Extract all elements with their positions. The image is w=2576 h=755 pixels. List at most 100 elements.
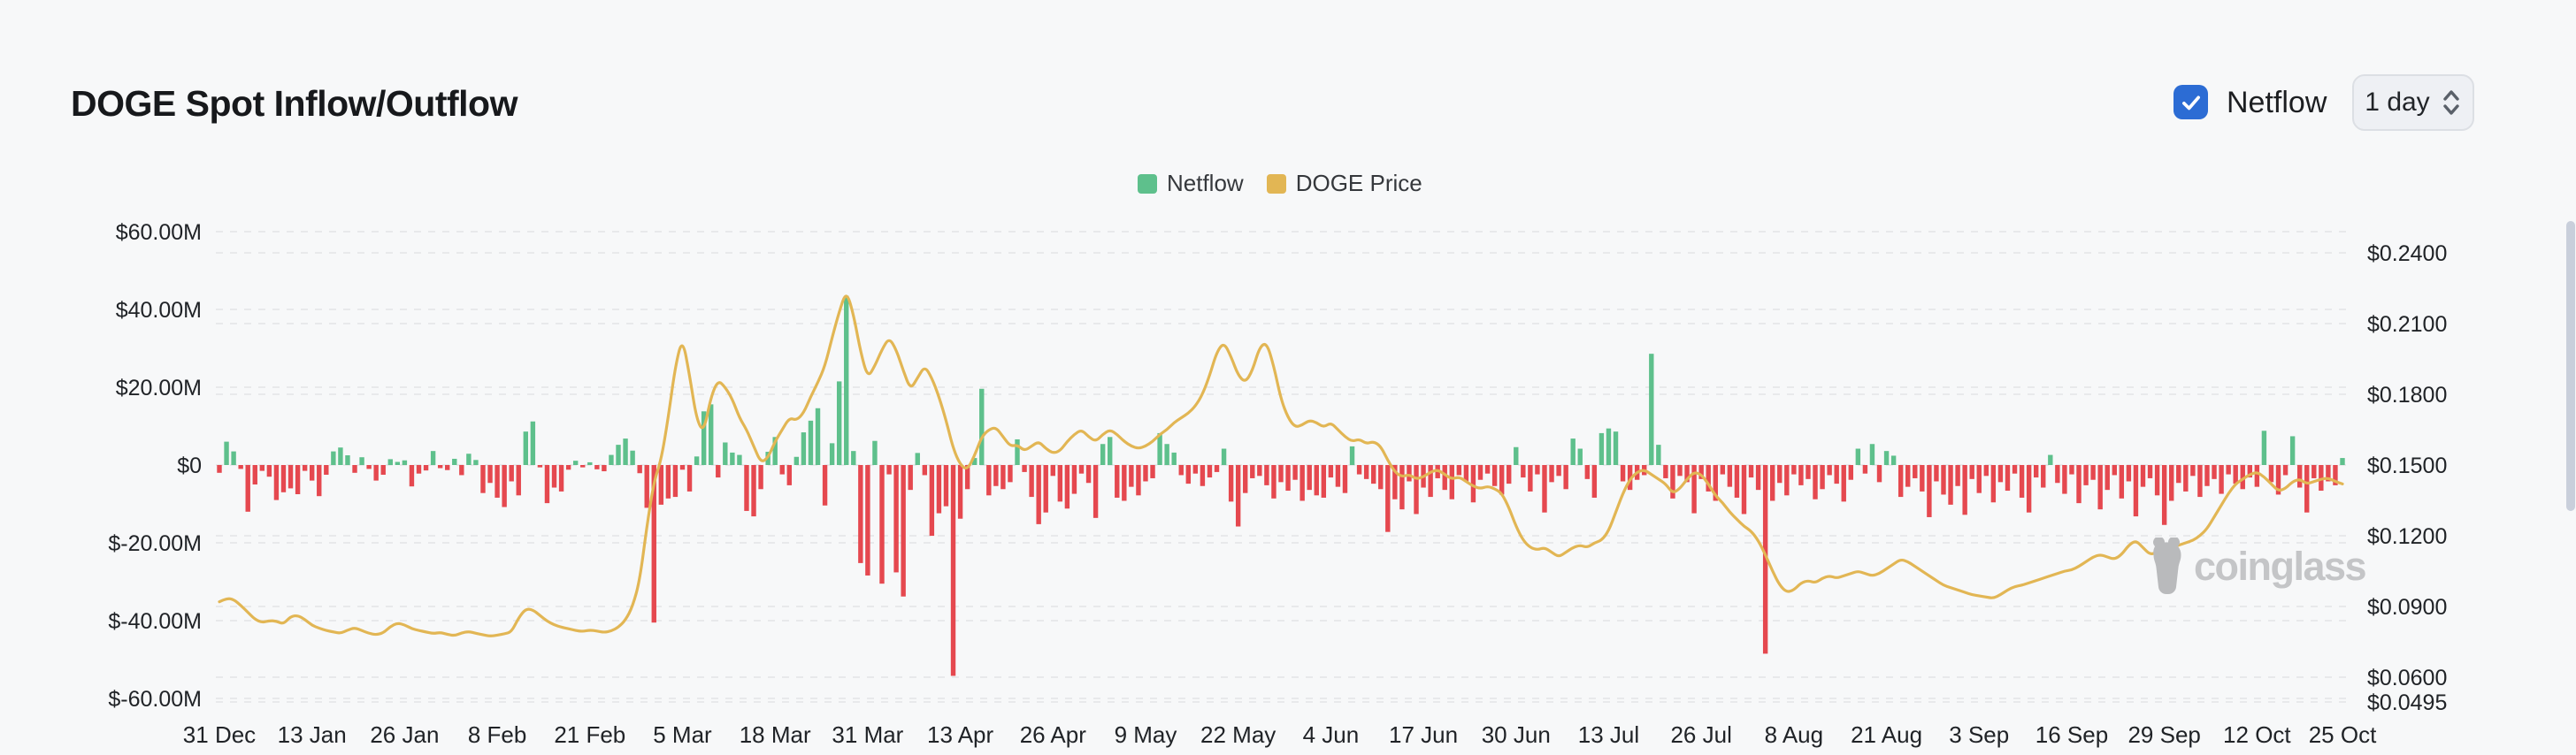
netflow-bar <box>2268 465 2274 483</box>
netflow-bar <box>1378 465 1384 490</box>
netflow-bar <box>1876 465 1882 483</box>
netflow-bar <box>345 455 350 465</box>
x-axis-label: 26 Apr <box>1020 721 1087 748</box>
netflow-bar <box>1727 465 1733 487</box>
netflow-bar <box>2126 465 2132 482</box>
netflow-bar <box>2233 465 2238 484</box>
netflow-bar <box>2212 465 2217 479</box>
y-axis-label-left: $0 <box>177 454 202 478</box>
netflow-bar <box>1927 465 1932 517</box>
netflow-bar <box>1784 465 1790 496</box>
netflow-bar <box>1029 465 1034 498</box>
netflow-bar <box>1243 465 1248 493</box>
netflow-bar <box>587 461 593 465</box>
netflow-bar <box>1477 465 1484 480</box>
x-axis-label: 26 Jul <box>1670 721 1731 748</box>
netflow-bar <box>2219 465 2224 494</box>
netflow-bar <box>1913 465 1918 478</box>
netflow-bar <box>231 451 236 465</box>
netflow-bar <box>1100 444 1106 465</box>
netflow-bar <box>1741 465 1747 515</box>
y-axis-label-left: $-40.00M <box>108 609 202 634</box>
netflow-bar <box>395 461 401 465</box>
netflow-bar <box>1620 465 1626 482</box>
netflow-bar <box>1827 465 1832 476</box>
netflow-bar <box>1456 465 1462 476</box>
netflow-bar <box>2097 465 2103 510</box>
netflow-bar <box>1271 465 1276 499</box>
netflow-bar <box>537 465 543 468</box>
netflow-bar <box>572 461 579 465</box>
netflow-bar <box>473 460 479 465</box>
netflow-bar <box>723 442 728 465</box>
netflow-bar <box>366 465 372 469</box>
netflow-bar <box>986 465 992 496</box>
netflow-bar <box>1050 465 1055 477</box>
netflow-bar <box>1407 465 1412 482</box>
netflow-bar <box>309 465 315 481</box>
netflow-bar <box>416 465 422 474</box>
netflow-bar <box>623 439 628 465</box>
netflow-bar <box>1820 465 1825 490</box>
netflow-bar <box>1948 465 1953 505</box>
netflow-bar <box>602 465 607 472</box>
x-axis-label: 3 Sep <box>1949 721 2009 748</box>
netflow-bar <box>2304 465 2310 513</box>
netflow-bar <box>1983 465 1990 477</box>
netflow-bar <box>288 465 294 489</box>
netflow-bar <box>423 465 429 471</box>
netflow-bar <box>1356 465 1362 475</box>
netflow-bar <box>1221 448 1227 465</box>
netflow-bar <box>1071 465 1077 494</box>
x-axis-label: 29 Sep <box>2128 721 2200 748</box>
netflow-bar <box>1855 448 1861 465</box>
netflow-bar <box>1285 465 1291 492</box>
netflow-bar <box>1883 451 1890 465</box>
netflow-bar <box>266 465 272 477</box>
netflow-bar <box>943 465 949 507</box>
coinglass-watermark-text: coinglass <box>2194 544 2367 589</box>
netflow-bar <box>280 465 287 492</box>
page-scrollbar-thumb[interactable] <box>2566 221 2575 511</box>
netflow-bar <box>1955 465 1960 486</box>
netflow-bar <box>1720 465 1726 475</box>
netflow-bar <box>459 465 464 476</box>
y-axis-label-right: $0.1500 <box>2367 454 2447 478</box>
netflow-bar <box>2261 431 2267 465</box>
netflow-price-chart[interactable]: $60.00M $40.00M $20.00M $0 $-20.00M $-40.00M $… <box>0 0 2576 755</box>
netflow-bar <box>2254 465 2260 487</box>
netflow-bar <box>2282 465 2288 476</box>
netflow-bar <box>1806 465 1811 479</box>
netflow-bar <box>2119 465 2125 499</box>
y-axis-label-right: $0.1200 <box>2367 524 2447 549</box>
x-axis-label: 4 Jun <box>1303 721 1360 748</box>
netflow-bar <box>1250 465 1255 478</box>
netflow-bar <box>1235 465 1241 527</box>
netflow-bar <box>1428 465 1433 498</box>
netflow-bar <box>836 381 842 465</box>
x-axis-label: 26 Jan <box>370 721 439 748</box>
netflow-bar <box>1143 465 1148 482</box>
netflow-bar <box>1813 465 1818 500</box>
netflow-bar <box>1598 432 1605 465</box>
netflow-bar <box>957 465 963 519</box>
netflow-bar <box>430 451 436 465</box>
netflow-bar <box>1542 465 1547 513</box>
coinglass-bear-icon <box>2153 538 2181 595</box>
netflow-bar <box>1798 465 1804 485</box>
netflow-bar <box>1549 465 1554 483</box>
netflow-bar <box>658 465 664 505</box>
netflow-bar <box>445 465 450 470</box>
netflow-bar <box>1342 465 1348 493</box>
netflow-bar <box>1015 439 1020 465</box>
netflow-bar <box>1328 465 1334 478</box>
netflow-bar <box>779 465 785 475</box>
netflow-bar <box>437 465 443 469</box>
netflow-bar <box>1136 465 1141 496</box>
netflow-bar <box>1122 465 1127 501</box>
netflow-bar <box>2312 465 2317 478</box>
netflow-bar <box>1064 465 1070 509</box>
netflow-bar <box>387 459 393 465</box>
netflow-bar <box>1506 465 1512 484</box>
netflow-bar <box>1969 465 1974 479</box>
